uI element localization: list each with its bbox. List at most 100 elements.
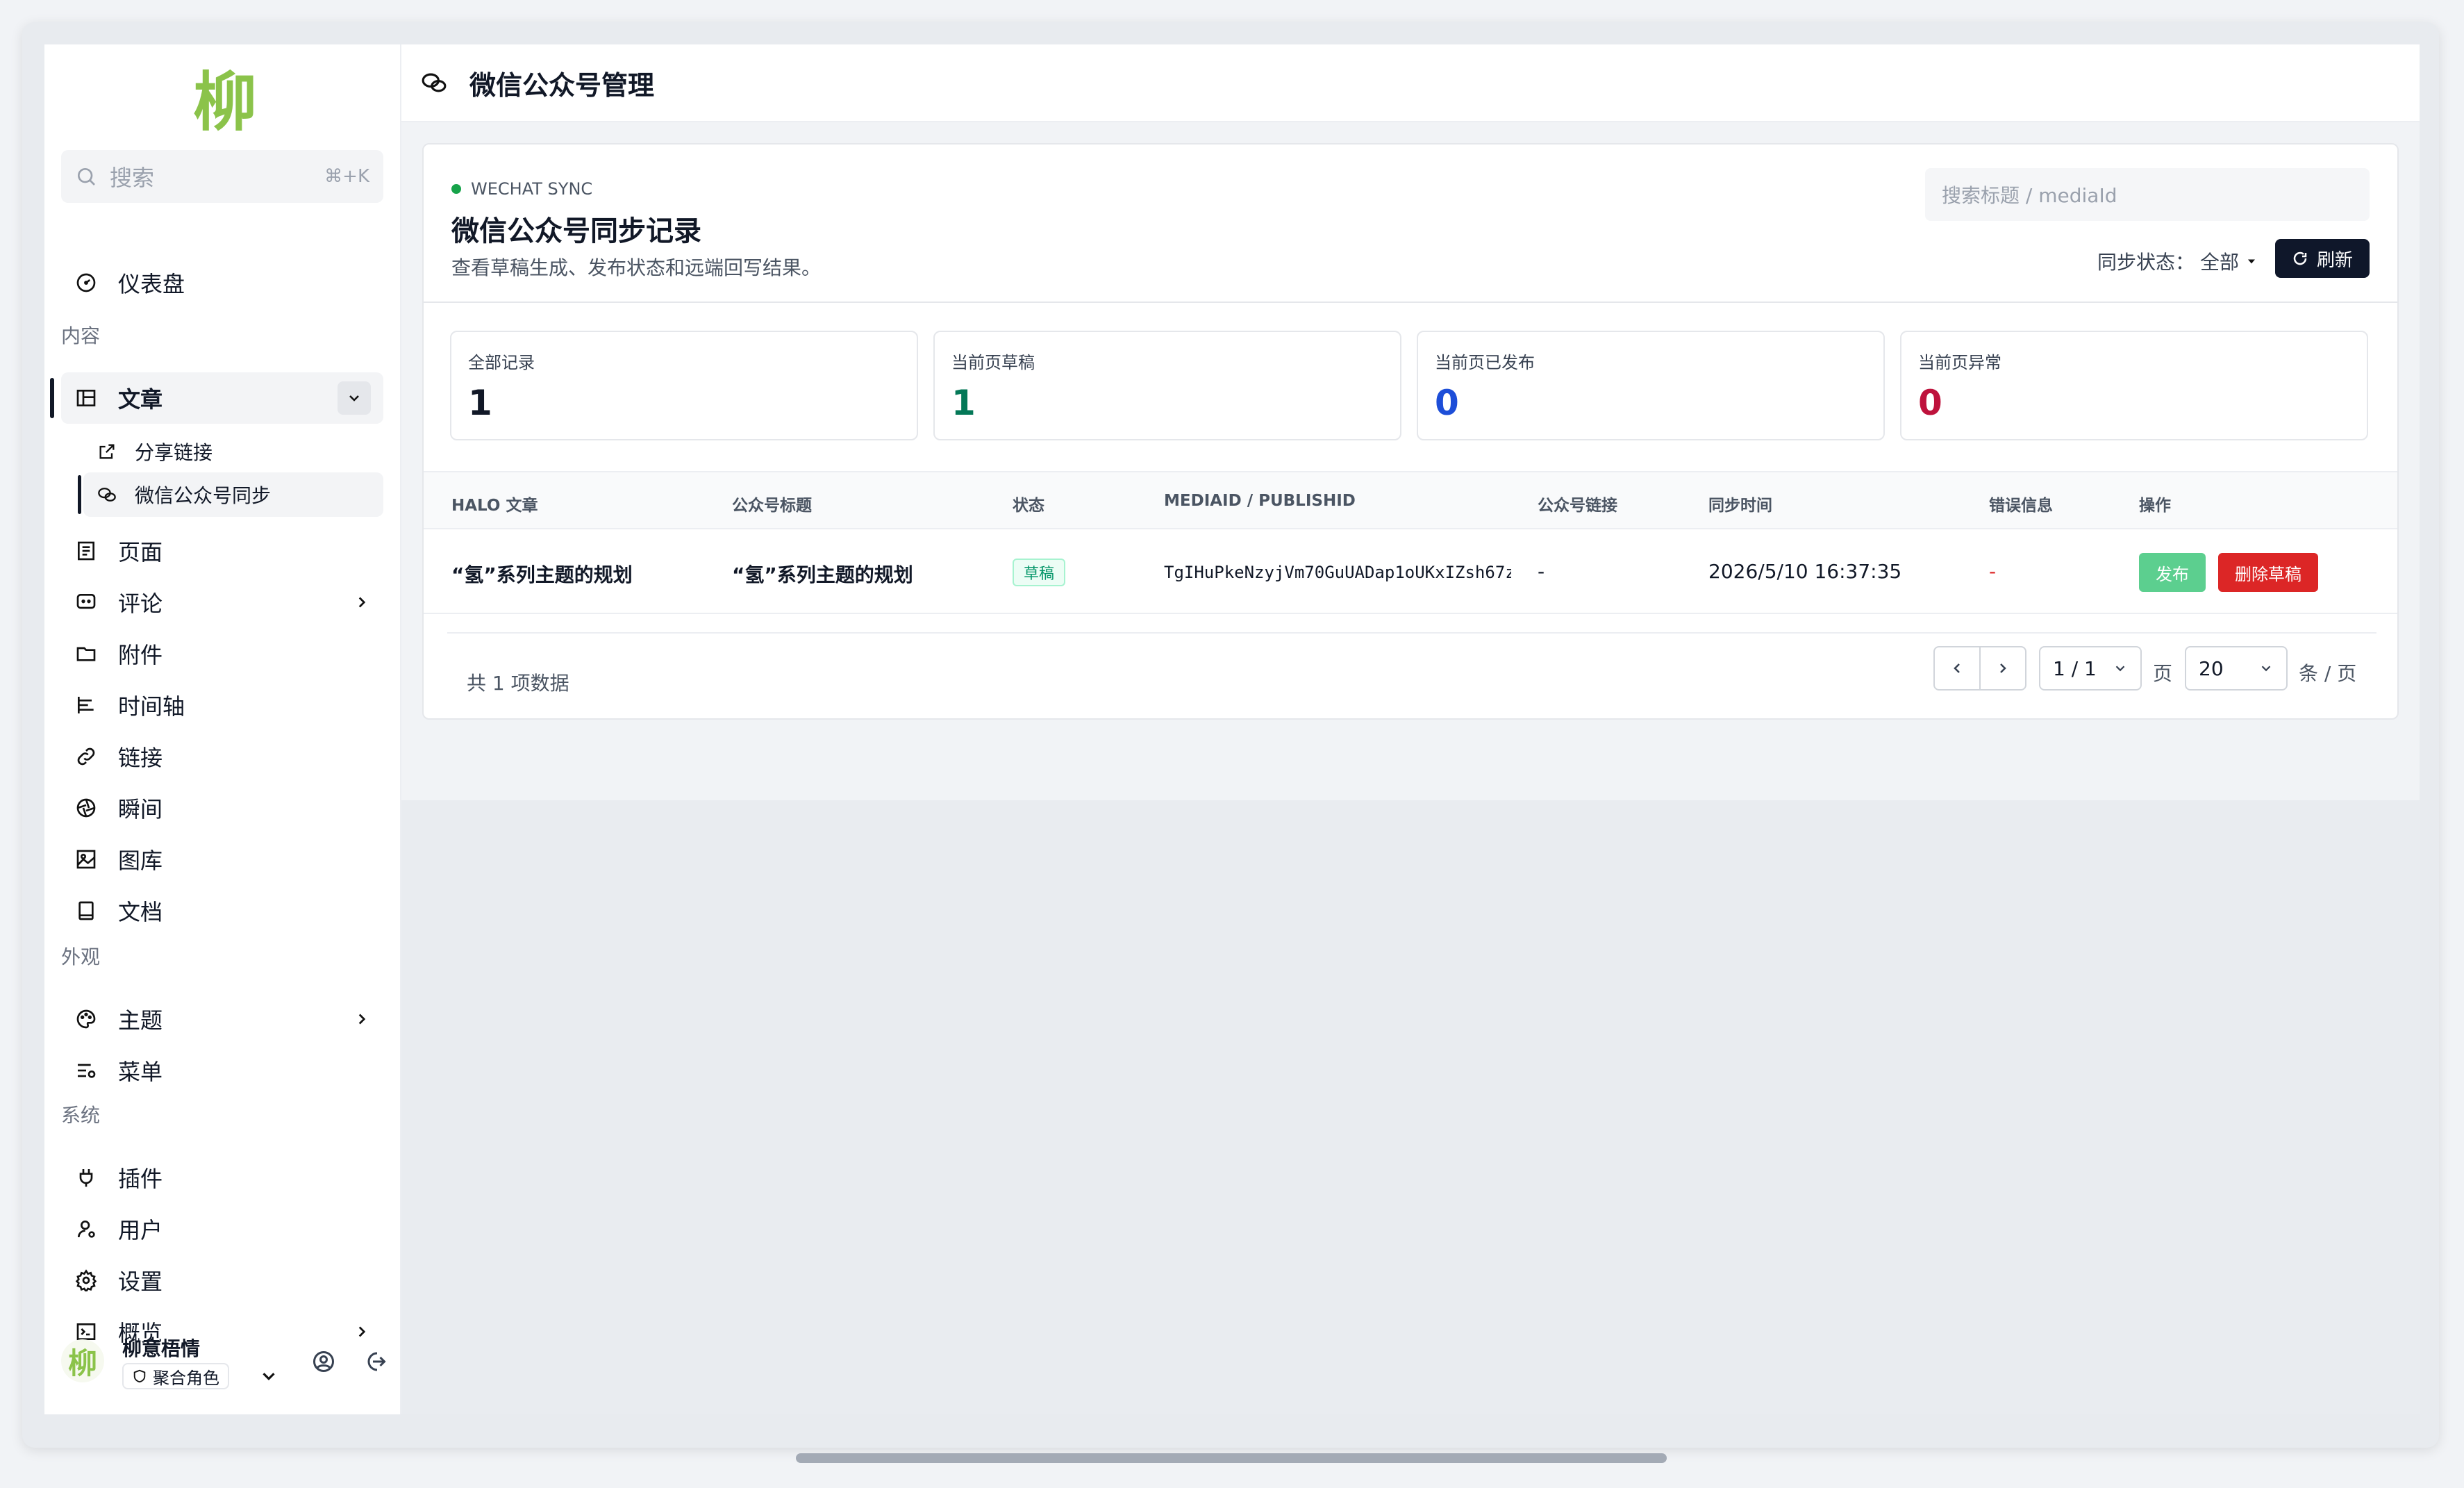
chevron-down-icon <box>2115 666 2125 672</box>
sidebar-item-dashboard[interactable]: 仪表盘 <box>61 257 383 308</box>
group-label-appearance: 外观 <box>61 945 101 968</box>
sidebar-item-settings[interactable]: 设置 <box>61 1255 383 1306</box>
sub-active-indicator <box>78 475 81 514</box>
user-name: 柳意梧情 <box>122 1337 201 1360</box>
plug-icon <box>74 1165 99 1190</box>
chevron-down-icon <box>2261 666 2271 672</box>
stat-total: 全部记录 1 <box>450 331 918 440</box>
sidebar-item-docs[interactable]: 文档 <box>61 885 383 936</box>
refresh-button[interactable]: 刷新 <box>2275 239 2370 278</box>
prev-page-button[interactable] <box>1933 646 1981 691</box>
sidebar-subitem-share-links[interactable]: 分享链接 <box>83 429 383 474</box>
chat-icon <box>96 483 118 506</box>
card-description: 查看草稿生成、发布状态和远端回写结果。 <box>451 256 822 279</box>
shield-icon <box>133 1369 146 1383</box>
sidebar-item-users[interactable]: 用户 <box>61 1203 383 1255</box>
column-header[interactable]: HALO 文章 <box>451 492 538 515</box>
column-header[interactable]: 错误信息 <box>1989 492 2053 515</box>
caret-down-icon <box>2248 259 2255 264</box>
profile-icon[interactable] <box>311 1349 336 1374</box>
content-empty-area <box>401 800 2420 1414</box>
page-select[interactable]: 1 / 1 <box>2039 646 2142 691</box>
sync-records-card: WECHAT SYNC 微信公众号同步记录 查看草稿生成、发布状态和远端回写结果… <box>422 143 2399 720</box>
sidebar-item-pages[interactable]: 页面 <box>61 525 383 577</box>
sidebar-item-plugins[interactable]: 插件 <box>61 1152 383 1203</box>
search-icon <box>78 168 95 185</box>
status-dot <box>451 184 461 194</box>
media-id: TgIHuPkeNzyjVm70GuUADap1oUKxIZsh67z <box>1164 563 1511 582</box>
wechat-link: - <box>1538 560 1545 583</box>
topbar: 微信公众号管理 <box>401 44 2420 122</box>
page-title: 微信公众号管理 <box>469 69 655 101</box>
halo-post-title[interactable]: “氢”系列主题的规划 <box>451 560 633 588</box>
horizontal-scrollbar[interactable] <box>796 1453 1667 1463</box>
stat-drafts: 当前页草稿 1 <box>933 331 1401 440</box>
active-indicator <box>50 378 54 418</box>
sidebar-item-themes[interactable]: 主题 <box>61 993 383 1045</box>
chevron-right-icon <box>2000 663 2006 673</box>
book-icon <box>74 898 99 923</box>
page-size-select[interactable]: 20 <box>2185 646 2288 691</box>
column-header[interactable]: 公众号链接 <box>1538 492 1617 515</box>
user-panel: 柳 柳意梧情 聚合角色 <box>61 1330 388 1392</box>
sidebar-item-links[interactable]: 链接 <box>61 731 383 782</box>
group-label-system: 系统 <box>61 1104 101 1127</box>
delete-draft-button[interactable]: 删除草稿 <box>2218 553 2318 592</box>
error-message: - <box>1989 560 1997 583</box>
sidebar: 柳 搜索 ⌘+K 仪表盘 内容 文章 分享链接 微信公众号同步 页面 评论 附件… <box>44 44 401 1414</box>
sidebar-subitem-wechat-sync[interactable]: 微信公众号同步 <box>83 472 383 517</box>
column-header[interactable]: MEDIAID / PUBLISHID <box>1164 492 1356 510</box>
sidebar-item-gallery[interactable]: 图库 <box>61 834 383 885</box>
refresh-icon <box>2293 251 2307 265</box>
sidebar-item-comments[interactable]: 评论 <box>61 577 383 628</box>
publish-button[interactable]: 发布 <box>2139 553 2206 592</box>
dashboard-icon <box>74 270 99 295</box>
divider <box>447 632 2376 634</box>
total-count: 共 1 项数据 <box>467 672 569 695</box>
chevron-right-icon <box>358 597 366 608</box>
sidebar-item-posts[interactable]: 文章 <box>61 372 383 424</box>
sidebar-item-moments[interactable]: 瞬间 <box>61 782 383 834</box>
aperture-icon <box>74 795 99 820</box>
column-header[interactable]: 公众号标题 <box>732 492 812 515</box>
card-header: WECHAT SYNC 微信公众号同步记录 查看草稿生成、发布状态和远端回写结果… <box>424 144 2397 303</box>
eyebrow: WECHAT SYNC <box>451 179 592 199</box>
page-size-label: 条 / 页 <box>2299 662 2357 685</box>
sidebar-item-menus[interactable]: 菜单 <box>61 1045 383 1096</box>
user-icon <box>74 1216 99 1241</box>
share-icon <box>96 440 118 463</box>
stat-errors: 当前页异常 0 <box>1900 331 2368 440</box>
stat-published: 当前页已发布 0 <box>1417 331 1885 440</box>
logout-icon[interactable] <box>363 1349 388 1374</box>
status-filter[interactable]: 同步状态： 全部 <box>2097 247 2258 275</box>
role-badge[interactable]: 聚合角色 <box>122 1363 229 1389</box>
chevron-down-icon[interactable] <box>338 381 371 415</box>
status-badge: 草稿 <box>1013 559 1066 586</box>
timeline-icon <box>74 693 99 718</box>
comment-icon <box>74 590 99 615</box>
group-label-content: 内容 <box>61 324 101 347</box>
column-header[interactable]: 同步时间 <box>1708 492 1772 515</box>
avatar[interactable]: 柳 <box>61 1339 104 1382</box>
column-header: 操作 <box>2139 497 2171 515</box>
wechat-title: “氢”系列主题的规划 <box>732 563 913 586</box>
palette-icon <box>74 1007 99 1032</box>
menu-settings-icon <box>74 1058 99 1083</box>
folder-icon <box>74 641 99 666</box>
column-header[interactable]: 状态 <box>1013 492 1044 515</box>
sidebar-item-timeline[interactable]: 时间轴 <box>61 679 383 731</box>
card-title: 微信公众号同步记录 <box>451 215 701 247</box>
next-page-button[interactable] <box>1979 646 2026 691</box>
search-placeholder: 搜索 <box>110 165 155 191</box>
table-row: “氢”系列主题的规划 “氢”系列主题的规划 草稿 TgIHuPkeNzyjVm7… <box>424 529 2397 614</box>
posts-icon <box>74 386 99 411</box>
sidebar-item-attachments[interactable]: 附件 <box>61 628 383 679</box>
sync-time: 2026/5/10 16:37:35 <box>1708 560 1902 583</box>
record-search-input[interactable]: 搜索标题 / mediaId <box>1925 168 2370 221</box>
page-icon <box>74 538 99 563</box>
link-icon <box>74 744 99 769</box>
search-box[interactable]: 搜索 ⌘+K <box>61 150 383 203</box>
site-logo[interactable]: 柳 <box>176 58 274 140</box>
page-label: 页 <box>2153 662 2173 685</box>
chevron-down-icon[interactable] <box>258 1366 279 1387</box>
